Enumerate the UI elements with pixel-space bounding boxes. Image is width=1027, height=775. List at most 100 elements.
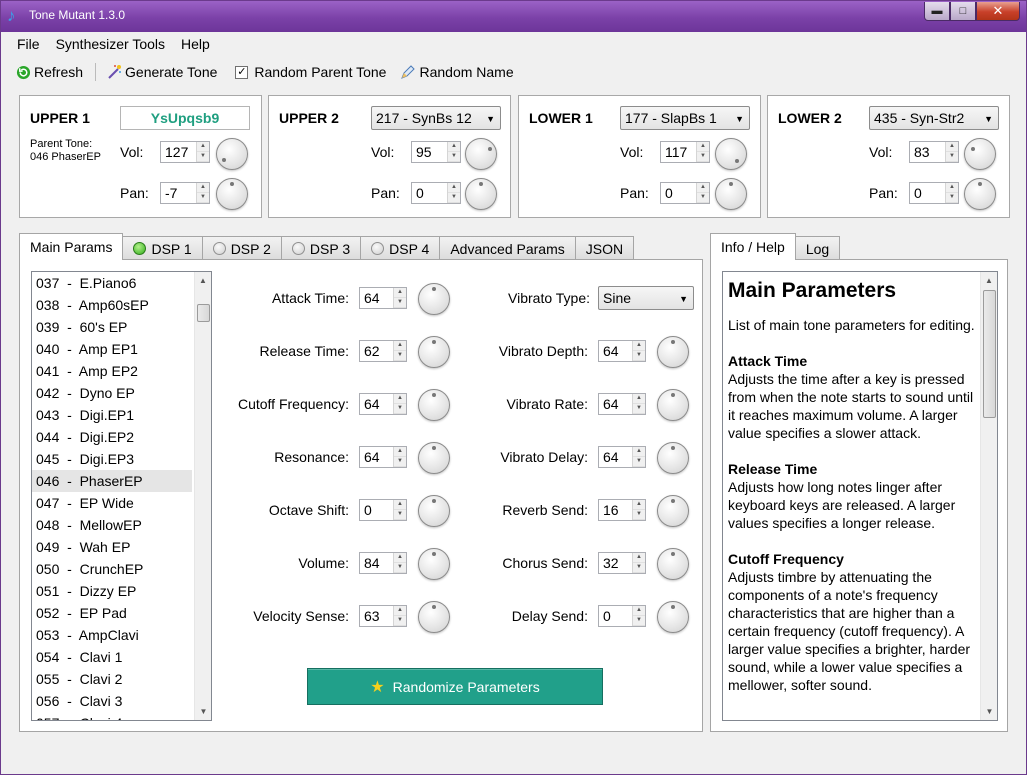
tab-json[interactable]: JSON [574, 236, 635, 260]
scroll-up-icon[interactable]: ▲ [981, 272, 997, 289]
lower1-pan-input[interactable]: 0 ▲ ▼ [660, 182, 710, 204]
tab-dsp2[interactable]: DSP 2 [201, 236, 282, 260]
vibrato-param-knob[interactable] [657, 495, 689, 527]
lower2-vol-knob[interactable] [964, 138, 996, 170]
scroll-down-icon[interactable]: ▼ [195, 703, 211, 720]
main-param-input[interactable]: 84 ▲ ▼ [359, 552, 407, 574]
tab-dsp3[interactable]: DSP 3 [280, 236, 362, 260]
upper2-pan-knob[interactable] [465, 178, 497, 210]
lower2-panel: LOWER 2 435 - Syn-Str2 ▼ Vol: 83 ▲ ▼ Pan:… [767, 95, 1010, 218]
tone-list-item[interactable]: 051 - Dizzy EP [32, 580, 192, 602]
vibrato-param-input[interactable]: 64 ▲ ▼ [598, 393, 646, 415]
vibrato-param-knob[interactable] [657, 442, 689, 474]
lower1-vol-knob[interactable] [715, 138, 747, 170]
tone-list-item[interactable]: 042 - Dyno EP [32, 382, 192, 404]
scroll-down-icon[interactable]: ▼ [981, 703, 997, 720]
tab-log[interactable]: Log [794, 236, 841, 260]
tone-list-items: 037 - E.Piano6 038 - Amp60sEP 039 - 60's E… [32, 272, 211, 720]
tone-list-item[interactable]: 041 - Amp EP2 [32, 360, 192, 382]
vibrato-param-knob[interactable] [657, 389, 689, 421]
menu-synthesizer-tools[interactable]: Synthesizer Tools [48, 36, 173, 52]
scroll-thumb[interactable] [197, 304, 210, 322]
tone-list-item[interactable]: 043 - Digi.EP1 [32, 404, 192, 426]
menu-file[interactable]: File [9, 36, 48, 52]
main-param-input[interactable]: 64 ▲ ▼ [359, 446, 407, 468]
lower1-vol-input[interactable]: 117 ▲ ▼ [660, 141, 710, 163]
tone-list-item[interactable]: 055 - Clavi 2 [32, 668, 192, 690]
tone-list-item[interactable]: 039 - 60's EP [32, 316, 192, 338]
upper2-pan-input[interactable]: 0 ▲ ▼ [411, 182, 461, 204]
vibrato-param-knob[interactable] [657, 601, 689, 633]
upper1-pan-knob[interactable] [216, 178, 248, 210]
title-bar[interactable]: ♪ Tone Mutant 1.3.0 ▬ □ ✕ [1, 1, 1026, 32]
tone-list-item[interactable]: 053 - AmpClavi [32, 624, 192, 646]
parent-tone-value: 046 PhaserEP [30, 151, 101, 163]
tone-list-item[interactable]: 049 - Wah EP [32, 536, 192, 558]
tab-dsp1[interactable]: DSP 1 [122, 236, 203, 260]
tab-dsp4[interactable]: DSP 4 [360, 236, 441, 260]
randomize-parameters-button[interactable]: ★ Randomize Parameters [307, 668, 603, 705]
upper2-title: UPPER 2 [279, 110, 339, 126]
upper1-pan-input[interactable]: -7 ▲ ▼ [160, 182, 210, 204]
upper1-vol-knob[interactable] [216, 138, 248, 170]
main-param-input[interactable]: 64 ▲ ▼ [359, 287, 407, 309]
help-scrollbar[interactable]: ▲ ▼ [980, 272, 997, 720]
tab-advanced-params[interactable]: Advanced Params [439, 236, 576, 260]
maximize-button[interactable]: □ [950, 2, 976, 21]
close-button[interactable]: ✕ [976, 2, 1020, 21]
scroll-up-icon[interactable]: ▲ [195, 272, 211, 289]
vibrato-param-knob[interactable] [657, 548, 689, 580]
tone-list-item[interactable]: 037 - E.Piano6 [32, 272, 192, 294]
main-param-input[interactable]: 63 ▲ ▼ [359, 605, 407, 627]
lower1-panel: LOWER 1 177 - SlapBs 1 ▼ Vol: 117 ▲ ▼ Pan… [518, 95, 761, 218]
vibrato-param-input[interactable]: 0 ▲ ▼ [598, 605, 646, 627]
tone-list-item[interactable]: 050 - CrunchEP [32, 558, 192, 580]
tone-list-item[interactable]: 057 - Clavi 4 [32, 712, 192, 720]
tone-list-item[interactable]: 052 - EP Pad [32, 602, 192, 624]
tone-list-item[interactable]: 056 - Clavi 3 [32, 690, 192, 712]
main-param-input[interactable]: 0 ▲ ▼ [359, 499, 407, 521]
random-name-button[interactable]: Random Name [400, 64, 514, 80]
tone-list-item[interactable]: 047 - EP Wide [32, 492, 192, 514]
tone-list-item[interactable]: 054 - Clavi 1 [32, 646, 192, 668]
lower2-vol-input[interactable]: 83 ▲ ▼ [909, 141, 959, 163]
scroll-thumb[interactable] [983, 290, 996, 418]
minimize-button[interactable]: ▬ [924, 2, 950, 21]
upper2-vol-input[interactable]: 95 ▲ ▼ [411, 141, 461, 163]
lower2-pan-knob[interactable] [964, 178, 996, 210]
vibrato-param-input[interactable]: 64 ▲ ▼ [598, 340, 646, 362]
tab-info-help[interactable]: Info / Help [710, 233, 796, 260]
tone-list-item[interactable]: 046 - PhaserEP [32, 470, 192, 492]
main-param-input[interactable]: 62 ▲ ▼ [359, 340, 407, 362]
tone-list-item[interactable]: 044 - Digi.EP2 [32, 426, 192, 448]
tone-list[interactable]: 037 - E.Piano6 038 - Amp60sEP 039 - 60's E… [31, 271, 212, 721]
vibrato-type-select[interactable]: Sine ▼ [598, 286, 694, 310]
lower2-tone-select[interactable]: 435 - Syn-Str2 ▼ [869, 106, 999, 130]
tab-main-params[interactable]: Main Params [19, 233, 124, 260]
generate-tone-button[interactable]: Generate Tone [106, 64, 217, 80]
lower1-tone-select[interactable]: 177 - SlapBs 1 ▼ [620, 106, 750, 130]
main-param-knob[interactable] [418, 283, 450, 315]
random-parent-tone-toggle[interactable]: ✓ Random Parent Tone [221, 64, 386, 80]
main-param-input[interactable]: 64 ▲ ▼ [359, 393, 407, 415]
vibrato-param-input[interactable]: 32 ▲ ▼ [598, 552, 646, 574]
tone-list-item[interactable]: 048 - MellowEP [32, 514, 192, 536]
tone-list-scrollbar[interactable]: ▲ ▼ [194, 272, 211, 720]
tone-list-item[interactable]: 045 - Digi.EP3 [32, 448, 192, 470]
upper2-vol-knob[interactable] [465, 138, 497, 170]
tone-list-item[interactable]: 040 - Amp EP1 [32, 338, 192, 360]
upper1-vol-input[interactable]: 127 ▲ ▼ [160, 141, 210, 163]
vibrato-param-input[interactable]: 16 ▲ ▼ [598, 499, 646, 521]
upper2-tone-select[interactable]: 217 - SynBs 12 ▼ [371, 106, 501, 130]
help-title: Main Parameters [728, 279, 897, 302]
lower1-pan-knob[interactable] [715, 178, 747, 210]
lower2-pan-input[interactable]: 0 ▲ ▼ [909, 182, 959, 204]
vibrato-param-knob[interactable] [657, 336, 689, 368]
tone-list-item[interactable]: 038 - Amp60sEP [32, 294, 192, 316]
menu-help[interactable]: Help [173, 36, 218, 52]
tone-name-field[interactable]: YsUpqsb9 [120, 106, 250, 130]
refresh-button[interactable]: Refresh [15, 64, 83, 80]
vibrato-param-value: 16 [603, 502, 619, 518]
vibrato-param-input[interactable]: 64 ▲ ▼ [598, 446, 646, 468]
random-parent-checkbox[interactable]: ✓ [235, 65, 249, 79]
